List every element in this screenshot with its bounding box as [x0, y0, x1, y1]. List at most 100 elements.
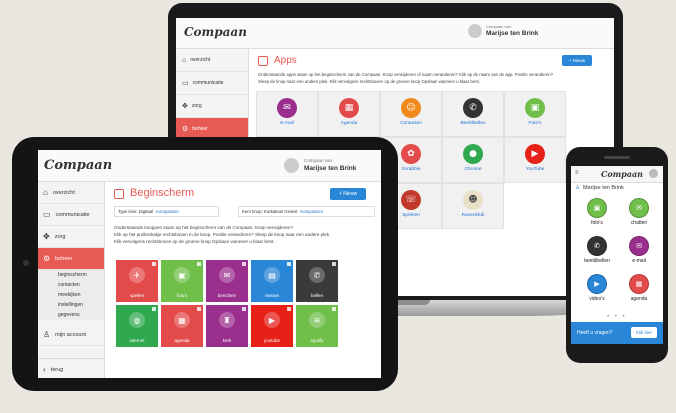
- intro-line: Klik vervolgens rechtsboven op de groene…: [114, 239, 275, 244]
- tile-5[interactable]: ◍ internet: [116, 305, 158, 347]
- sidebar-item-label: beheer: [192, 126, 208, 132]
- sidebar-item-communicatie[interactable]: ▭ communicatie: [176, 72, 248, 95]
- move-icon: ✥: [43, 232, 50, 241]
- tile-label: internet: [129, 338, 145, 343]
- home-icon: ⌂: [43, 188, 48, 197]
- tile-label: agenda: [630, 296, 648, 302]
- phone-tile-2[interactable]: ✆ beeldbellen: [577, 236, 617, 272]
- app-icon: ●: [463, 144, 483, 164]
- trash-icon[interactable]: [332, 262, 336, 266]
- sidebar-item-zorg[interactable]: ✥ zorg: [176, 95, 248, 118]
- tile-label: kerk: [222, 338, 232, 343]
- user-name: Marijse ten Brink: [582, 185, 624, 191]
- tile-3[interactable]: ▤ nieuws: [251, 260, 293, 302]
- app-label: Spreken: [402, 213, 420, 218]
- avatar[interactable]: [468, 24, 482, 38]
- tile-icon: ▣: [587, 198, 607, 218]
- tile-0[interactable]: ✈ spellen: [116, 260, 158, 302]
- app-tile-0[interactable]: ✉ E-mail: [256, 91, 318, 137]
- sidebar-item-overzicht[interactable]: ⌂ overzicht: [38, 182, 104, 204]
- gear-icon: ⚙: [182, 126, 189, 133]
- trash-icon[interactable]: [152, 262, 156, 266]
- trash-icon[interactable]: [197, 307, 201, 311]
- help-button[interactable]: Klik hier: [631, 327, 657, 338]
- tile-2[interactable]: ✉ berichten: [206, 260, 248, 302]
- menu-icon[interactable]: ≡: [575, 170, 579, 176]
- tile-7[interactable]: ♜ kerk: [206, 305, 248, 347]
- back-link[interactable]: ‹ terug: [38, 358, 104, 378]
- sidebar-sub-beginscherm[interactable]: beginscherm: [38, 270, 104, 280]
- tile-icon: ✉: [629, 236, 649, 256]
- trash-icon[interactable]: [332, 307, 336, 311]
- sidebar-item-beheer[interactable]: ⚙ beheer: [38, 248, 104, 270]
- sidebar-item-overzicht[interactable]: ⌂ overzicht: [176, 49, 248, 72]
- app-tile-9[interactable]: ▶ YouTube: [504, 137, 566, 183]
- tile-label: bellen: [310, 293, 323, 298]
- app-icon: ✿: [401, 144, 421, 164]
- user-name[interactable]: Marijse ten Brink: [486, 30, 538, 37]
- trash-icon[interactable]: [197, 262, 201, 266]
- tile-label: youtube: [263, 338, 280, 343]
- app-icon: ☻: [463, 190, 483, 210]
- sidebar-item-label: communicatie: [192, 80, 224, 86]
- tile-6[interactable]: ▦ agenda: [161, 305, 203, 347]
- app-icon: ▦: [339, 98, 359, 118]
- avatar[interactable]: [649, 169, 658, 178]
- trash-icon[interactable]: [242, 262, 246, 266]
- kompassen-link[interactable]: Kompassen: [156, 209, 179, 214]
- sidebar-sub-gegevens[interactable]: gegevens: [38, 310, 104, 320]
- phone-tile-1[interactable]: ✉ chatten: [619, 198, 659, 234]
- app-icon: ☏: [401, 190, 421, 210]
- tile-8[interactable]: ▶ youtube: [251, 305, 293, 347]
- app-tile-1[interactable]: ▦ Agenda: [318, 91, 380, 137]
- kompassen-link[interactable]: Kompassen: [300, 209, 323, 214]
- sidebar-item-zorg[interactable]: ✥ zorg: [38, 226, 104, 248]
- sidebar-sub-contacten[interactable]: contacten: [38, 280, 104, 290]
- phone-tile-3[interactable]: ✉ e-mail: [619, 236, 659, 272]
- new-button[interactable]: + Nieuw: [330, 188, 366, 200]
- app-tile-4[interactable]: ▣ Foto's: [504, 91, 566, 137]
- app-tile-13[interactable]: ☻ Ravenklub: [442, 183, 504, 229]
- tile-9[interactable]: ≋ spotify: [296, 305, 338, 347]
- new-button[interactable]: + Nieuw: [562, 55, 592, 66]
- user-icon: ♙: [575, 185, 580, 191]
- app-tile-3[interactable]: ✆ Beeldbellen: [442, 91, 504, 137]
- trash-icon[interactable]: [152, 307, 156, 311]
- app-logo[interactable]: Compaan: [44, 158, 112, 173]
- tile-label: beeldbellen: [584, 258, 610, 264]
- phone-tile-4[interactable]: ▶ video's: [577, 274, 617, 310]
- chat-icon: ▭: [182, 80, 189, 87]
- tile-icon: ♜: [219, 312, 235, 328]
- app-tile-2[interactable]: ☺ Contacten: [380, 91, 442, 137]
- sidebar-sub-meekijken[interactable]: meekijken: [38, 290, 104, 300]
- user-name[interactable]: Marijse ten Brink: [304, 165, 356, 172]
- avatar[interactable]: [284, 158, 299, 173]
- trash-icon[interactable]: [287, 262, 291, 266]
- tile-1[interactable]: ▣ foto's: [161, 260, 203, 302]
- sidebar-sub-instellingen[interactable]: instellingen: [38, 300, 104, 310]
- tile-icon: ▤: [264, 267, 280, 283]
- sidebar-item-communicatie[interactable]: ▭ communicatie: [38, 204, 104, 226]
- tile-label: video's: [589, 296, 605, 302]
- kern-knop-selector[interactable]: Kern knop: Kurkakoel Gewist Kompassen: [238, 206, 375, 217]
- chat-icon: ▭: [43, 210, 51, 219]
- phone-tile-5[interactable]: ▦ agenda: [619, 274, 659, 310]
- user-prefix: Compaan van: [304, 158, 333, 163]
- tile-4[interactable]: ✆ bellen: [296, 260, 338, 302]
- page-indicator: • • •: [607, 314, 627, 320]
- app-tile-8[interactable]: ● Chrome: [442, 137, 504, 183]
- user-row[interactable]: ♙ Marijse ten Brink: [575, 185, 624, 191]
- app-label: Foto's: [528, 121, 542, 126]
- tile-icon: ✆: [587, 236, 607, 256]
- trash-icon[interactable]: [242, 307, 246, 311]
- tile-label: foto's: [591, 220, 603, 226]
- app-logo[interactable]: Compaan: [184, 25, 247, 39]
- help-bar: Heeft u vragen? Klik hier: [571, 322, 663, 344]
- trash-icon[interactable]: [287, 307, 291, 311]
- phone-tile-0[interactable]: ▣ foto's: [577, 198, 617, 234]
- type-selector[interactable]: Type knie: Digitaal Kompassen: [114, 206, 219, 217]
- tile-icon: ▶: [587, 274, 607, 294]
- sidebar-item-account[interactable]: ♙ mijn account: [38, 324, 104, 346]
- intro-line: Sleep de knop naar een andere plek. Klik…: [258, 78, 480, 84]
- page-title: Beginscherm: [130, 187, 195, 199]
